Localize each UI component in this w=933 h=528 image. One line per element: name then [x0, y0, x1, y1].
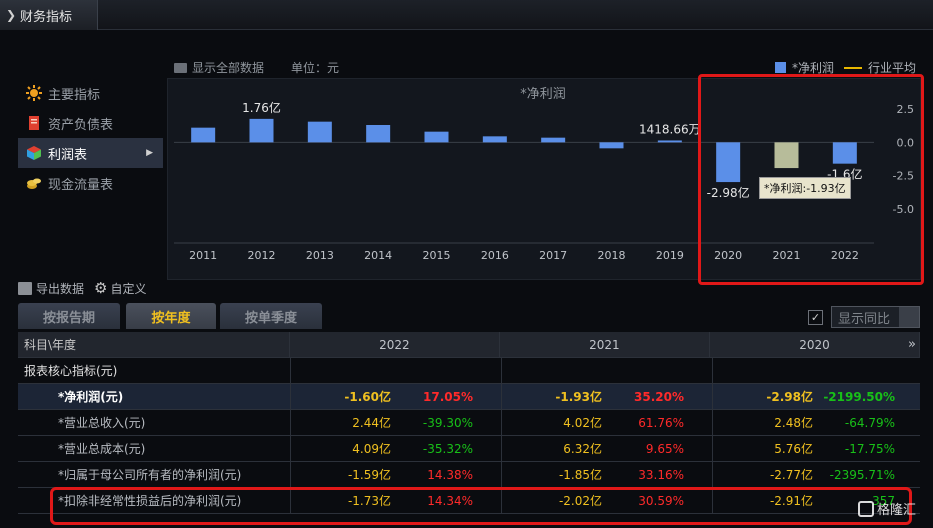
value-cell: 4.02亿 — [563, 416, 602, 430]
yoy-cell: 9.65% — [645, 441, 684, 456]
gear-icon: ⚙ — [94, 279, 108, 297]
yoy-checkbox[interactable]: ✓ — [808, 309, 823, 325]
bar-2016 — [482, 136, 507, 143]
value-cell: -1.59亿 — [347, 468, 391, 482]
sun-icon — [26, 85, 42, 101]
export-icon — [18, 281, 32, 295]
x-tick-label: 2014 — [364, 249, 392, 262]
yoy-cell: 17.05% — [423, 389, 473, 404]
value-cell: -2.98亿 — [766, 390, 813, 404]
yoy-cell: -39.30% — [422, 415, 473, 430]
tab-by-quarter[interactable]: 按单季度 — [220, 303, 322, 329]
double-chevron-right-icon[interactable]: » — [908, 337, 916, 352]
x-tick-label: 2019 — [656, 249, 684, 262]
bar-2019 — [657, 140, 682, 143]
chart-title: *净利润 — [520, 87, 566, 102]
yoy-cell: -64.79% — [844, 415, 895, 430]
yoy-cell: -2199.50% — [823, 389, 895, 404]
tab-by-year[interactable]: 按年度 — [126, 303, 216, 329]
table-row[interactable]: *净利润(元) -1.60亿 17.05% -1.93亿 35.20% -2.98亿 -21… — [18, 384, 920, 410]
table-header: 科目\年度 2022 2021 2020 » — [18, 332, 920, 358]
value-cell: 2.44亿 — [352, 416, 391, 430]
highlight-box-chart — [698, 74, 924, 285]
document-icon — [26, 115, 42, 131]
value-cell: 4.09亿 — [352, 442, 391, 456]
dropdown-icon — [899, 307, 919, 327]
x-tick-label: 2015 — [423, 249, 451, 262]
value-cell: -2.77亿 — [769, 468, 813, 482]
value-cell: -1.60亿 — [344, 390, 391, 404]
row-label: *归属于母公司所有者的净利润(元) — [18, 462, 291, 487]
table-row[interactable]: *归属于母公司所有者的净利润(元) -1.59亿 14.38% -1.85亿 33.16… — [18, 462, 920, 488]
table-row[interactable]: *营业总成本(元) 4.09亿 -35.32% 6.32亿 9.65% 5.76亿 -17.… — [18, 436, 920, 462]
export-button[interactable]: 导出数据 — [36, 280, 84, 297]
coins-icon — [26, 175, 42, 191]
window-tab[interactable]: ❯ 财务指标 — [0, 0, 98, 30]
unit-label: 单位：元 — [291, 61, 340, 75]
sidebar-item-main[interactable]: 主要指标 — [18, 78, 163, 108]
x-tick-label: 2012 — [248, 249, 276, 262]
header-year: 2022 — [290, 332, 500, 357]
table-row[interactable]: *营业总收入(元) 2.44亿 -39.30% 4.02亿 61.76% 2.48亿 -64… — [18, 410, 920, 436]
bar-2017 — [541, 137, 566, 143]
tab-by-report[interactable]: 按报告期 — [18, 303, 120, 329]
show-yoy-button[interactable]: 显示同比 — [831, 306, 920, 328]
yoy-cell: 33.16% — [638, 467, 684, 482]
value-cell: -1.93亿 — [555, 390, 602, 404]
legend-swatch — [774, 62, 786, 73]
bar-2013 — [307, 121, 332, 143]
window-title: 财务指标 — [20, 9, 73, 25]
x-tick-label: 2013 — [306, 249, 334, 262]
sidebar-item-income[interactable]: 利润表 ▶ — [18, 138, 163, 168]
bar-2014 — [366, 125, 391, 143]
legend-line — [843, 66, 862, 69]
yoy-cell: -17.75% — [844, 441, 895, 456]
header-year: 2020 — [710, 332, 920, 357]
header-subject: 科目\年度 — [18, 332, 290, 357]
row-label: *营业总成本(元) — [18, 436, 291, 461]
bar-2018 — [599, 142, 624, 149]
watermark-logo: 格隆汇 — [858, 499, 916, 518]
sidebar-item-cashflow[interactable]: 现金流量表 — [18, 168, 163, 198]
x-tick-label: 2018 — [598, 249, 626, 262]
section-label: 报表核心指标(元) — [18, 358, 291, 383]
show-yoy: ✓ 显示同比 — [808, 306, 920, 328]
table-tools: 导出数据 ⚙ 自定义 — [18, 279, 146, 297]
title-bar: ❯ 财务指标 — [0, 0, 933, 30]
table-row-section: 报表核心指标(元) — [18, 358, 920, 384]
show-all-data-button[interactable]: 显示全部数据 — [174, 59, 264, 76]
yoy-cell: -35.32% — [422, 441, 473, 456]
x-tick-label: 2011 — [189, 249, 217, 262]
data-label: 1418.66万 — [639, 122, 701, 136]
customize-button[interactable]: 自定义 — [110, 280, 146, 297]
yoy-cell: 61.76% — [638, 415, 684, 430]
triangle-right-icon: ▶ — [146, 148, 153, 158]
value-cell: 2.48亿 — [774, 416, 813, 430]
chevron-right-icon: ❯ — [6, 8, 17, 22]
cube-icon — [26, 145, 42, 161]
bar-2012 — [249, 118, 274, 143]
logo-icon — [858, 500, 874, 517]
yoy-cell: 14.38% — [427, 467, 473, 482]
value-cell: 6.32亿 — [563, 442, 602, 456]
bar-2015 — [424, 131, 449, 143]
row-label: *营业总收入(元) — [18, 410, 291, 435]
sidebar: 主要指标 资产负债表 利润表 ▶ 现金流量表 — [18, 78, 163, 198]
value-cell: 5.76亿 — [774, 442, 813, 456]
x-tick-label: 2017 — [539, 249, 567, 262]
yoy-cell: -2395.71% — [829, 467, 895, 482]
yoy-cell: 35.20% — [634, 389, 684, 404]
period-tabs: 按报告期 按年度 按单季度 — [18, 303, 324, 329]
highlight-box-row — [50, 487, 912, 525]
monitor-icon — [174, 62, 187, 73]
x-tick-label: 2016 — [481, 249, 509, 262]
sidebar-item-balance[interactable]: 资产负债表 — [18, 108, 163, 138]
data-label: 1.76亿 — [242, 100, 281, 115]
value-cell: -1.85亿 — [558, 468, 602, 482]
header-year: 2021 — [500, 332, 710, 357]
bar-2011 — [191, 127, 216, 143]
row-label: *净利润(元) — [18, 384, 291, 409]
